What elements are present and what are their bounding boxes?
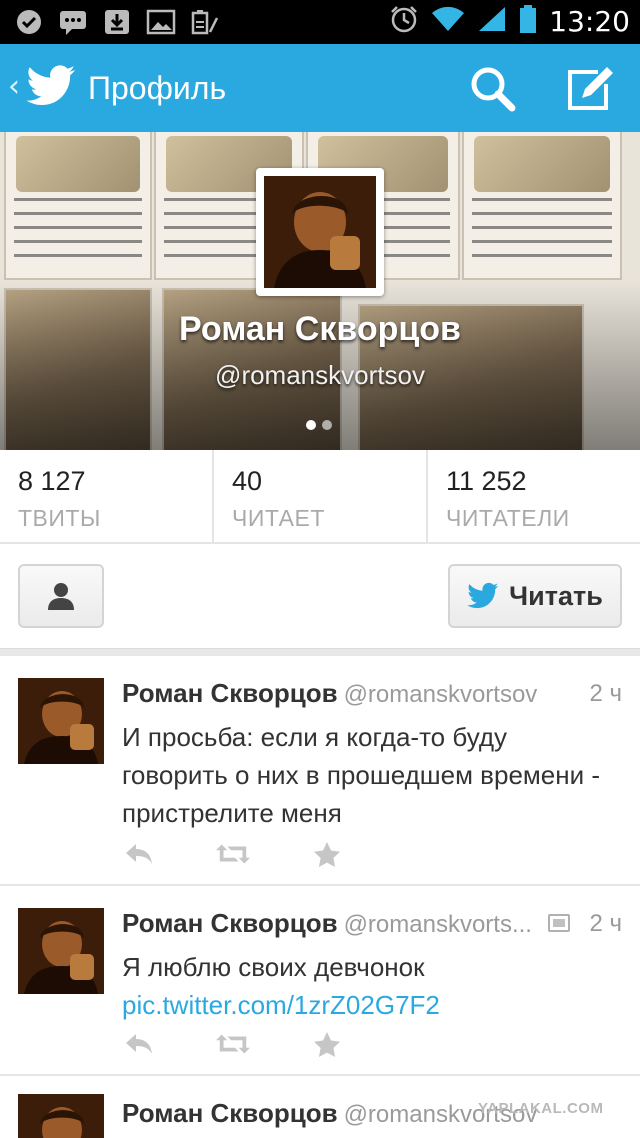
compose-icon[interactable] bbox=[564, 64, 618, 114]
profile-actions: Читать bbox=[0, 546, 640, 648]
stat-tweets[interactable]: 8 127 ТВИТЫ bbox=[0, 450, 214, 542]
person-icon bbox=[48, 583, 74, 610]
retweet-icon[interactable] bbox=[216, 840, 250, 868]
chat-bubble-icon bbox=[58, 7, 88, 37]
tweet-header: Роман Скворцов @romanskvorts... 2 ч bbox=[122, 908, 622, 944]
tweet-time: 2 ч bbox=[589, 680, 622, 707]
tweet-author-handle[interactable]: @romanskvortsov bbox=[344, 681, 538, 708]
image-icon bbox=[146, 7, 176, 37]
stat-label: ЧИТАТЕЛИ bbox=[446, 505, 570, 531]
banner-panel bbox=[4, 132, 152, 280]
tweet-author-name[interactable]: Роман Скворцов bbox=[122, 1098, 338, 1128]
tweet-actions bbox=[122, 1030, 344, 1058]
page-title: Профиль bbox=[88, 70, 227, 106]
stat-followers[interactable]: 11 252 ЧИТАТЕЛИ bbox=[428, 450, 640, 542]
retweet-icon[interactable] bbox=[216, 1030, 250, 1058]
tweet-text: Я люблю своих девчонок bbox=[122, 952, 425, 982]
favorite-star-icon[interactable] bbox=[310, 840, 344, 868]
check-circle-icon bbox=[14, 7, 44, 37]
twitter-bird-icon[interactable] bbox=[26, 64, 76, 113]
battery-icon bbox=[519, 4, 537, 39]
tweet-item[interactable]: Роман Скворцов @romanskvortsov 2 ч И прос… bbox=[0, 656, 640, 886]
tweet-author-handle[interactable]: @romanskvorts... bbox=[344, 911, 532, 938]
tweet-time: 2 ч bbox=[589, 910, 622, 937]
page-dot-active bbox=[306, 420, 316, 430]
alarm-icon bbox=[389, 4, 419, 39]
tweet-link[interactable]: pic.twitter.com/1zrZ02G7F2 bbox=[122, 990, 440, 1020]
stat-label: ТВИТЫ bbox=[18, 505, 101, 531]
signal-icon bbox=[477, 5, 507, 38]
section-divider bbox=[0, 648, 640, 656]
download-icon bbox=[102, 7, 132, 37]
action-bar: ‹ Профиль bbox=[0, 44, 640, 132]
page-indicator bbox=[306, 420, 332, 430]
tweet-text: И просьба: если я когда-то буду говорить… bbox=[122, 722, 601, 828]
stat-value: 40 bbox=[232, 466, 263, 496]
avatar[interactable] bbox=[18, 1094, 104, 1138]
profile-stats: 8 127 ТВИТЫ 40 ЧИТАЕТ 11 252 ЧИТАТЕЛИ bbox=[0, 450, 640, 544]
stat-value: 8 127 bbox=[18, 466, 86, 496]
follow-button-label: Читать bbox=[509, 580, 603, 611]
profile-avatar[interactable] bbox=[256, 168, 384, 296]
wifi-icon bbox=[431, 5, 465, 38]
tweet-actions bbox=[122, 840, 344, 868]
tweet-author-name[interactable]: Роман Скворцов bbox=[122, 678, 338, 708]
clock: 13:20 bbox=[549, 5, 630, 38]
follow-button[interactable]: Читать bbox=[448, 564, 622, 628]
profile-header[interactable]: Роман Скворцов @romanskvortsov bbox=[0, 132, 640, 450]
battery-saver-icon bbox=[190, 7, 220, 37]
banner-panel bbox=[462, 132, 622, 280]
tweet-text-block: Я люблю своих девчонок pic.twitter.com/1… bbox=[122, 948, 616, 1024]
avatar[interactable] bbox=[18, 908, 104, 994]
profile-handle: @romanskvortsov bbox=[215, 360, 425, 390]
person-menu-button[interactable] bbox=[18, 564, 104, 628]
stat-following[interactable]: 40 ЧИТАЕТ bbox=[214, 450, 428, 542]
stat-label: ЧИТАЕТ bbox=[232, 505, 325, 531]
tweet-item[interactable]: Роман Скворцов @romanskvorts... 2 ч Я люб… bbox=[0, 886, 640, 1076]
twitter-bird-icon bbox=[467, 582, 499, 609]
stat-value: 11 252 bbox=[446, 466, 527, 496]
tweet-author-name[interactable]: Роман Скворцов bbox=[122, 908, 338, 938]
tweet-header: Роман Скворцов @romanskvortsov 2 ч bbox=[122, 678, 622, 714]
profile-name: Роман Скворцов bbox=[179, 310, 461, 348]
back-chevron-icon[interactable]: ‹ bbox=[8, 72, 20, 102]
favorite-star-icon[interactable] bbox=[310, 1030, 344, 1058]
watermark: YAPLAKAL.COM bbox=[478, 1100, 604, 1117]
status-bar: 13:20 bbox=[0, 0, 640, 44]
page-dot bbox=[322, 420, 332, 430]
photo-attachment-icon bbox=[548, 914, 570, 932]
avatar[interactable] bbox=[18, 678, 104, 764]
reply-icon[interactable] bbox=[122, 1030, 156, 1058]
reply-icon[interactable] bbox=[122, 840, 156, 868]
search-icon[interactable] bbox=[468, 64, 518, 114]
